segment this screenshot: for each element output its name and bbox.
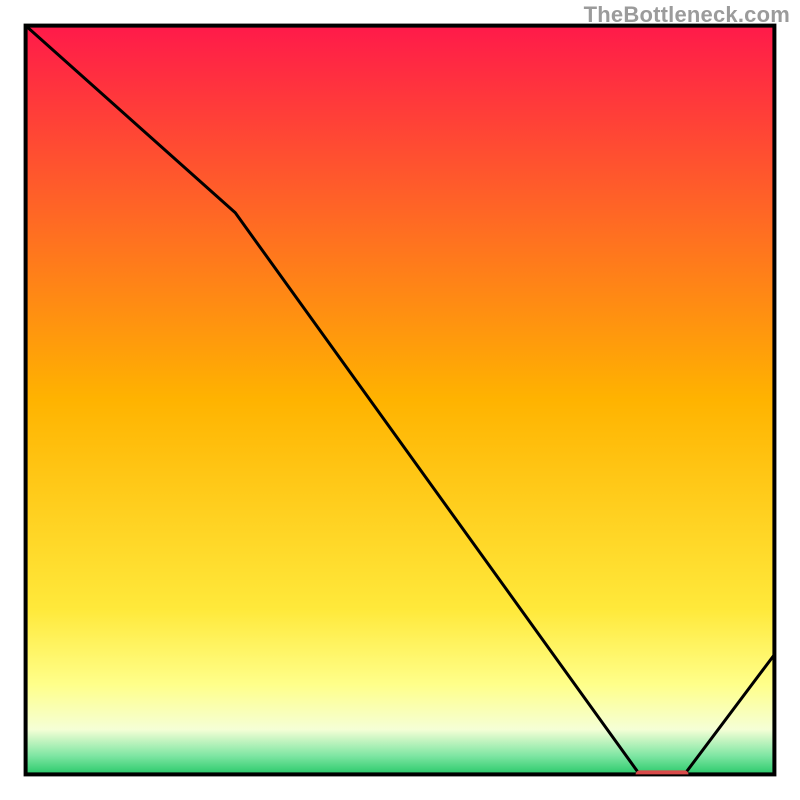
chart-svg <box>0 0 800 800</box>
chart-stage: TheBottleneck.com <box>0 0 800 800</box>
gradient-background <box>26 26 775 775</box>
